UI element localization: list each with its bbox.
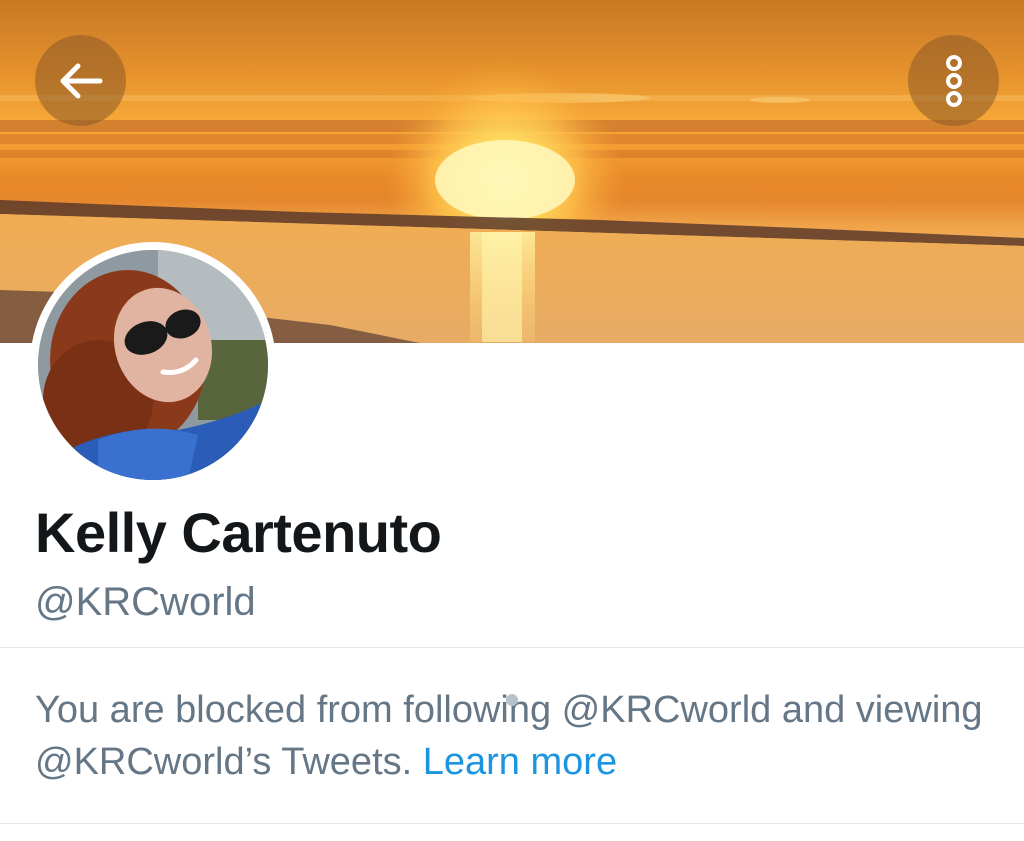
avatar-illustration — [38, 250, 268, 480]
learn-more-link[interactable]: Learn more — [423, 741, 617, 783]
back-button[interactable] — [35, 35, 126, 126]
profile-display-name: Kelly Cartenuto — [35, 501, 442, 564]
avatar-photo — [38, 250, 268, 480]
vertical-dots-icon — [945, 54, 962, 107]
divider-bottom — [0, 823, 1024, 824]
more-options-button[interactable] — [908, 35, 999, 126]
arrow-left-icon — [60, 63, 102, 98]
scroll-indicator — [506, 694, 518, 706]
divider-top — [0, 647, 1024, 648]
profile-avatar[interactable] — [30, 242, 276, 488]
profile-screen: Kelly Cartenuto @KRCworld You are blocke… — [0, 0, 1024, 841]
profile-handle: @KRCworld — [35, 580, 256, 624]
